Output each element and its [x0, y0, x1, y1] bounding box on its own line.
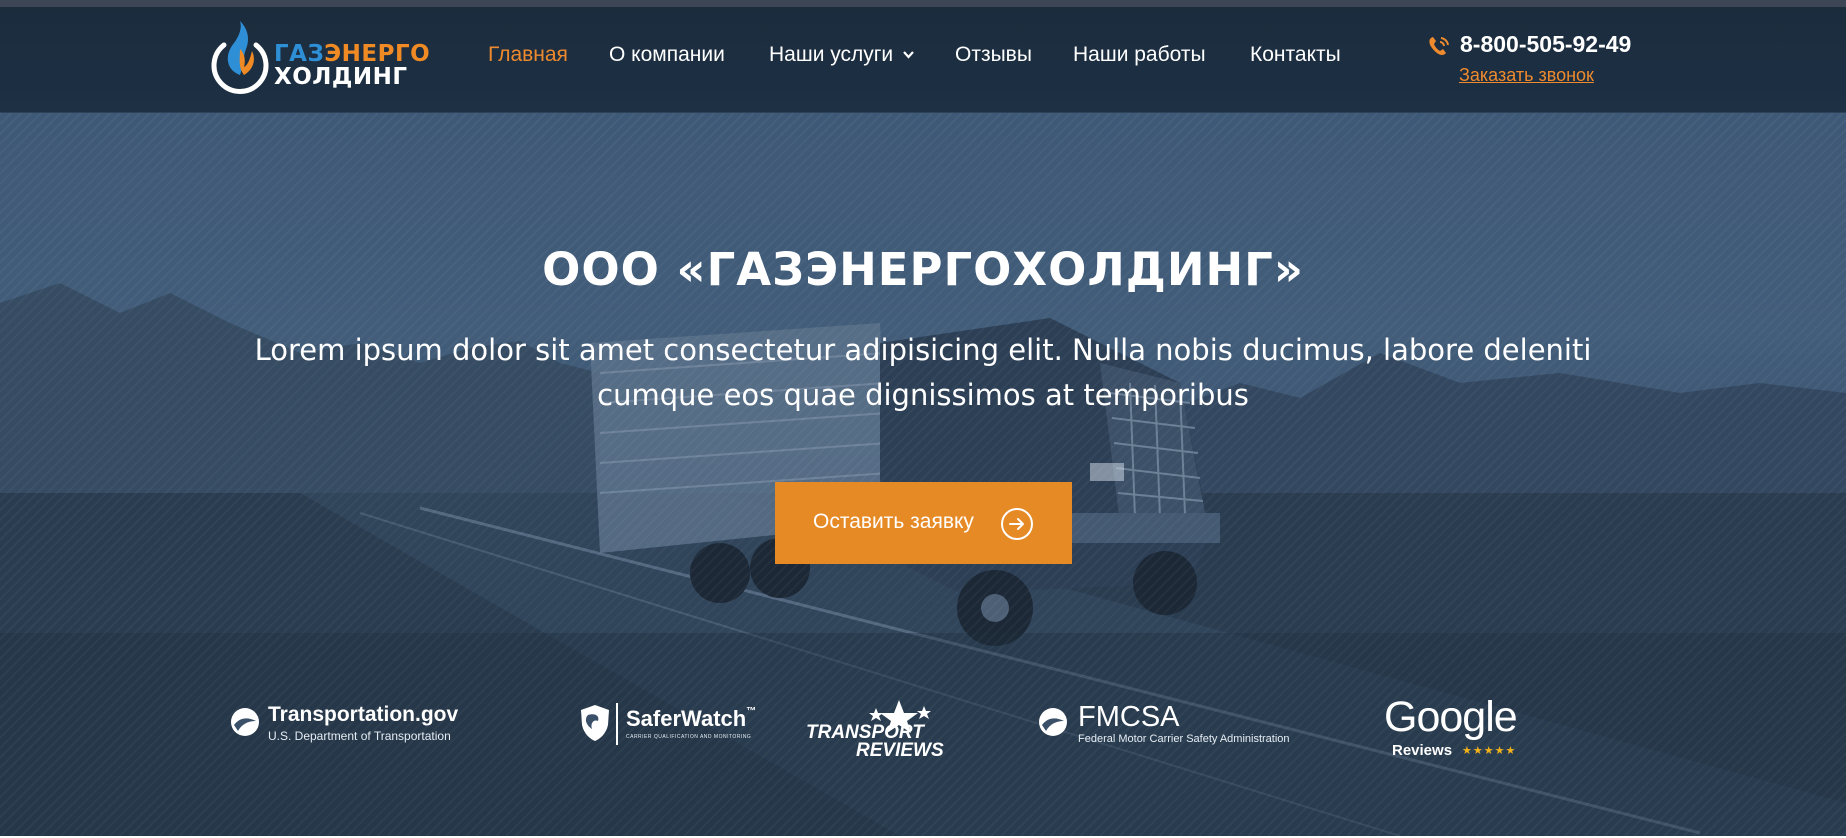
nav-item-contacts[interactable]: Контакты — [1250, 43, 1341, 67]
submit-request-button[interactable]: Оставить заявку — [775, 482, 1072, 564]
logo-text-line2: ХОЛДИНГ — [274, 64, 408, 90]
nav-item-reviews[interactable]: Отзывы — [955, 43, 1032, 67]
top-border — [0, 0, 1846, 7]
partner-saferwatch-title: SaferWatch™ — [626, 706, 757, 731]
arrow-right-circle-icon — [1001, 508, 1033, 540]
logo[interactable]: ГАЗЭНЕРГО ХОЛДИНГ — [210, 15, 430, 95]
hero-subtitle-line1: Lorem ipsum dolor sit amet consectetur a… — [254, 333, 1592, 367]
partner-saferwatch-sub: CARRIER QUALIFICATION AND MONITORING — [626, 734, 752, 740]
partner-logo-google-reviews: Google Reviews ★★★★★ — [1384, 693, 1544, 763]
partner-google-title: Google — [1384, 693, 1518, 741]
dot-emblem-icon — [231, 708, 259, 736]
partner-fmcsa-title: FMCSA — [1078, 701, 1180, 733]
submit-request-label: Оставить заявку — [813, 510, 974, 533]
partner-logo-saferwatch: SaferWatch™ CARRIER QUALIFICATION AND MO… — [578, 703, 768, 753]
nav-item-services[interactable]: Наши услуги — [769, 43, 914, 67]
callback-link[interactable]: Заказать звонок — [1459, 65, 1594, 86]
partner-logo-fmcsa: FMCSA Federal Motor Carrier Safety Admin… — [1038, 701, 1318, 753]
phone-number[interactable]: 8-800-505-92-49 — [1460, 31, 1631, 58]
site-header: ГАЗЭНЕРГО ХОЛДИНГ Главная О компании Наш… — [0, 7, 1846, 113]
partner-logo-transport-reviews: TRANSPORT REVIEWS — [806, 698, 956, 768]
nav-item-about[interactable]: О компании — [609, 43, 725, 67]
nav-item-home[interactable]: Главная — [488, 43, 568, 67]
hero-subtitle-line2: cumque eos quae dignissimos at temporibu… — [597, 378, 1249, 412]
hero-title: ООО «ГАЗЭНЕРГОХОЛДИНГ» — [542, 243, 1304, 296]
nav-item-works[interactable]: Наши работы — [1073, 43, 1206, 67]
hero-section: ООО «ГАЗЭНЕРГОХОЛДИНГ» Lorem ipsum dolor… — [0, 113, 1846, 836]
partner-fmcsa-sub: Federal Motor Carrier Safety Administrat… — [1078, 733, 1290, 745]
flame-logo-icon — [211, 21, 269, 94]
partner-google-stars: ★★★★★ — [1462, 745, 1517, 757]
partner-transportation-sub: U.S. Department of Transportation — [268, 729, 451, 743]
chevron-down-icon — [903, 51, 914, 60]
partner-transportation-title: Transportation.gov — [268, 703, 459, 726]
header-contact: 8-800-505-92-49 Заказать звонок — [1426, 27, 1646, 87]
dot-emblem-icon — [1039, 708, 1067, 736]
phone-icon — [1429, 37, 1449, 55]
partner-logo-transportation: Transportation.gov U.S. Department of Tr… — [230, 703, 470, 753]
shield-icon — [581, 705, 609, 741]
hero-subtitle: Lorem ipsum dolor sit amet consectetur a… — [223, 328, 1623, 418]
partner-transport-reviews-line2: REVIEWS — [856, 740, 944, 761]
partner-google-sub: Reviews — [1392, 742, 1453, 759]
